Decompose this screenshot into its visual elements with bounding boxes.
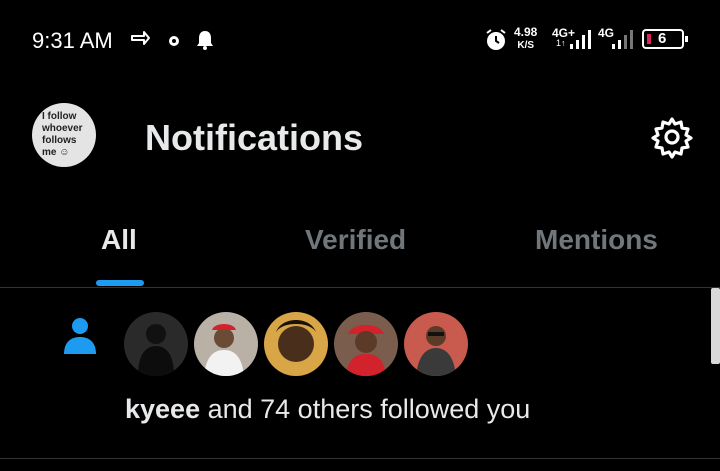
battery-icon: 6	[642, 29, 688, 49]
net-speed-value: 4.98	[514, 25, 538, 39]
notification-item[interactable]: kyeee and 74 others followed you	[0, 288, 720, 458]
profile-avatar-text: I follow whoever follows me ☺	[42, 111, 83, 158]
avatar-2-image	[194, 312, 258, 376]
follower-avatar[interactable]	[124, 312, 188, 376]
network-label-1-sub: 1↑	[556, 38, 566, 48]
avatar-5-image	[404, 312, 468, 376]
tab-mentions[interactable]: Mentions	[535, 224, 658, 256]
notification-message: and 74 others followed you	[200, 394, 531, 424]
status-time: 9:31 AM	[32, 28, 113, 53]
follower-avatar[interactable]	[194, 312, 258, 376]
settings-button[interactable]	[650, 115, 694, 159]
tab-all[interactable]: All	[101, 224, 137, 256]
bell-icon	[196, 30, 214, 56]
signal-icon-2	[610, 28, 636, 55]
net-speed: 4.98 K/S	[514, 26, 537, 52]
avatar-3-image	[264, 312, 328, 376]
person-icon	[64, 318, 96, 354]
sync-icon	[128, 28, 152, 56]
net-speed-unit: K/S	[517, 40, 535, 51]
avatar-1-image	[124, 312, 188, 376]
location-icon	[168, 32, 180, 55]
header: I follow whoever follows me ☺ Notificati…	[0, 95, 720, 185]
follower-avatar[interactable]	[264, 312, 328, 376]
page-title: Notifications	[145, 117, 364, 158]
notification-text: kyeee and 74 others followed you	[125, 394, 530, 425]
gear-icon	[651, 117, 693, 159]
notification-user[interactable]: kyeee	[125, 394, 200, 424]
battery-level	[647, 34, 651, 44]
follower-avatar[interactable]	[404, 312, 468, 376]
battery-percent: 6	[658, 30, 667, 47]
status-bar: 9:31 AM 4.98 K/S 4G+ 1↑ 4G 6	[0, 0, 720, 80]
scrollbar[interactable]	[711, 288, 720, 364]
tab-verified[interactable]: Verified	[305, 224, 406, 256]
signal-icon	[568, 28, 592, 55]
profile-avatar[interactable]: I follow whoever follows me ☺	[32, 103, 96, 167]
tab-bar: All Verified Mentions	[0, 210, 720, 288]
follower-avatar[interactable]	[334, 312, 398, 376]
alarm-icon	[484, 28, 508, 57]
battery-tip	[685, 36, 688, 42]
avatar-4-image	[334, 312, 398, 376]
tab-active-indicator	[96, 280, 144, 286]
divider	[0, 458, 720, 459]
